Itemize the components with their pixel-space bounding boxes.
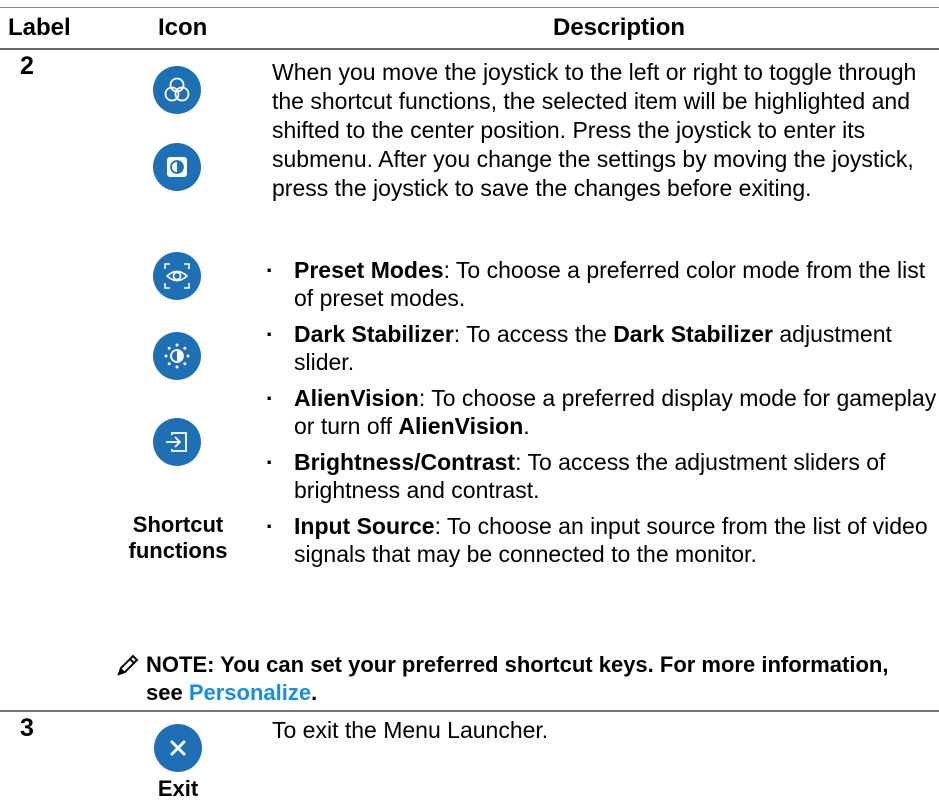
term-dark-stabilizer: Dark Stabilizer: [294, 321, 454, 347]
note-block: NOTE: You can set your preferred shortcu…: [117, 651, 916, 707]
brightness-contrast-icon: [153, 332, 201, 380]
term-alienvision: AlienVision: [294, 385, 419, 411]
alienvision-icon: [153, 252, 201, 300]
personalize-link[interactable]: Personalize: [189, 680, 311, 705]
exit-description: To exit the Menu Launcher.: [272, 717, 549, 743]
note-end: .: [311, 680, 318, 705]
preset-modes-icon: [153, 66, 201, 114]
term-brightness-contrast: Brightness/Contrast: [294, 449, 516, 475]
list-item-brightness-contrast: · Brightness/Contrast: To access the adju…: [266, 449, 886, 503]
caption-line1: Shortcut: [132, 512, 224, 537]
close-icon: [154, 724, 202, 772]
table-top-rule: [0, 7, 939, 8]
shortcut-functions-caption: Shortcut functions: [120, 512, 236, 564]
text-dark-a: : To access the: [453, 321, 614, 347]
input-source-icon: [153, 418, 201, 466]
exit-caption: Exit: [157, 776, 199, 801]
term-dark-stabilizer-2: Dark Stabilizer: [613, 321, 773, 347]
dark-stabilizer-icon: [153, 143, 201, 191]
list-item-preset-modes: · Preset Modes: To choose a preferred col…: [266, 257, 926, 311]
row-divider: [0, 710, 939, 712]
list-item-dark-stabilizer: · Dark Stabilizer: To access the Dark Sta…: [266, 321, 892, 375]
note-pencil-icon: [116, 653, 140, 684]
term-input-source: Input Source: [294, 513, 435, 539]
caption-line2: functions: [128, 538, 228, 563]
header-label: Label: [8, 14, 71, 41]
header-icon: Icon: [158, 14, 208, 41]
term-alienvision-2: AlienVision: [398, 413, 524, 439]
row-label-2: 2: [20, 52, 34, 80]
header-rule: [0, 48, 939, 50]
header-description: Description: [553, 14, 686, 41]
list-item-alienvision: · AlienVision: To choose a preferred disp…: [266, 385, 937, 439]
shortcut-description: When you move the joystick to the left o…: [272, 59, 917, 201]
row-label-3: 3: [20, 714, 34, 742]
text-alien-b: .: [523, 413, 530, 439]
shortcut-bullet-list: · Preset Modes: To choose a preferred col…: [266, 256, 938, 576]
list-item-input-source: · Input Source: To choose an input source…: [266, 513, 928, 567]
term-preset-modes: Preset Modes: [294, 257, 444, 283]
